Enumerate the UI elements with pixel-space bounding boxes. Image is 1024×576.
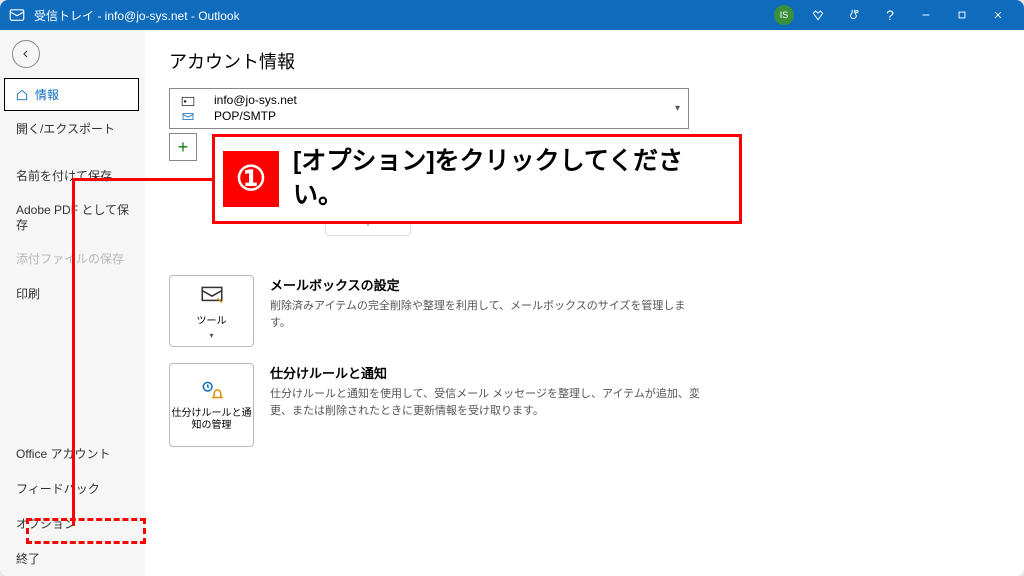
sidebar-item-label: 開く/エクスポート [16,120,115,137]
rules-icon [199,378,225,404]
sidebar-item-label: 添付ファイルの保存 [16,252,124,268]
content-pane: アカウント情報 info@jo-sys.net POP/SMTP ▾ + アカウ… [145,30,1024,576]
card-desc: 仕分けルールと通知を使用して、受信メール メッセージを整理し、アイテムが追加、変… [270,386,700,419]
sidebar-item-label: 情報 [35,86,59,103]
help-icon[interactable]: ? [872,0,908,30]
card-title: メールボックスの設定 [270,275,700,294]
minimize-button[interactable] [908,0,944,30]
titlebar: 受信トレイ - info@jo-sys.net - Outlook IS ? [0,0,1024,30]
annotation-message: [オプション]をクリックしてください。 [293,145,727,213]
premium-icon[interactable] [800,0,836,30]
chevron-down-icon: ▾ [675,103,680,114]
avatar[interactable]: IS [774,5,794,25]
sidebar-item-open-export[interactable]: 開く/エクスポート [0,111,145,146]
close-button[interactable] [980,0,1016,30]
sidebar-item-label: Office アカウント [16,445,110,462]
card-title: 仕分けルールと通知 [270,363,700,382]
account-info: info@jo-sys.net POP/SMTP [214,93,297,124]
outlook-icon [8,6,26,24]
window-title: 受信トレイ - info@jo-sys.net - Outlook [34,7,240,24]
back-button[interactable] [12,40,40,68]
add-account-button[interactable]: + [169,133,197,161]
annotation-callout: ① [オプション]をクリックしてください。 [212,134,742,224]
sidebar-item-info[interactable]: 情報 [4,78,139,111]
sidebar-item-label: 名前を付けて保存 [16,169,112,185]
mail-account-icon [178,95,204,123]
annotation-highlight-options [26,518,146,544]
account-email: info@jo-sys.net [214,93,297,109]
sidebar-item-label: 印刷 [16,285,40,302]
sidebar-item-label: Adobe PDF として保存 [16,203,137,234]
coming-soon-icon[interactable] [836,0,872,30]
rules-alerts-button[interactable]: 仕分けルールと通知の管理 [169,363,254,447]
annotation-step-number: ① [223,151,279,207]
sidebar-item-exit[interactable]: 終了 [0,541,145,576]
rules-alerts-text: 仕分けルールと通知 仕分けルールと通知を使用して、受信メール メッセージを整理し… [270,363,700,447]
outlook-window: 受信トレイ - info@jo-sys.net - Outlook IS ? 情… [0,0,1024,576]
account-protocol: POP/SMTP [214,109,297,125]
mailbox-tools-button[interactable]: ツール ▾ [169,275,254,347]
annotation-line-horizontal [72,178,214,181]
annotation-line-vertical [72,178,75,526]
sidebar-item-label: 終了 [16,550,40,567]
backstage-body: 情報 開く/エクスポート 名前を付けて保存 Adobe PDF として保存 添付… [0,30,1024,576]
maximize-button[interactable] [944,0,980,30]
card-button-label: 仕分けルールと通知の管理 [170,408,253,432]
home-icon [15,88,29,102]
mailbox-settings-text: メールボックスの設定 削除済みアイテムの完全削除や整理を利用して、メールボックス… [270,275,700,347]
page-title: アカウント情報 [169,48,1000,74]
sidebar-item-label: フィードバック [16,480,100,497]
card-desc: 削除済みアイテムの完全削除や整理を利用して、メールボックスのサイズを管理します。 [270,298,700,331]
tools-icon [199,282,225,308]
account-selector[interactable]: info@jo-sys.net POP/SMTP ▾ [169,88,689,129]
card-button-label: ツール [197,312,227,327]
